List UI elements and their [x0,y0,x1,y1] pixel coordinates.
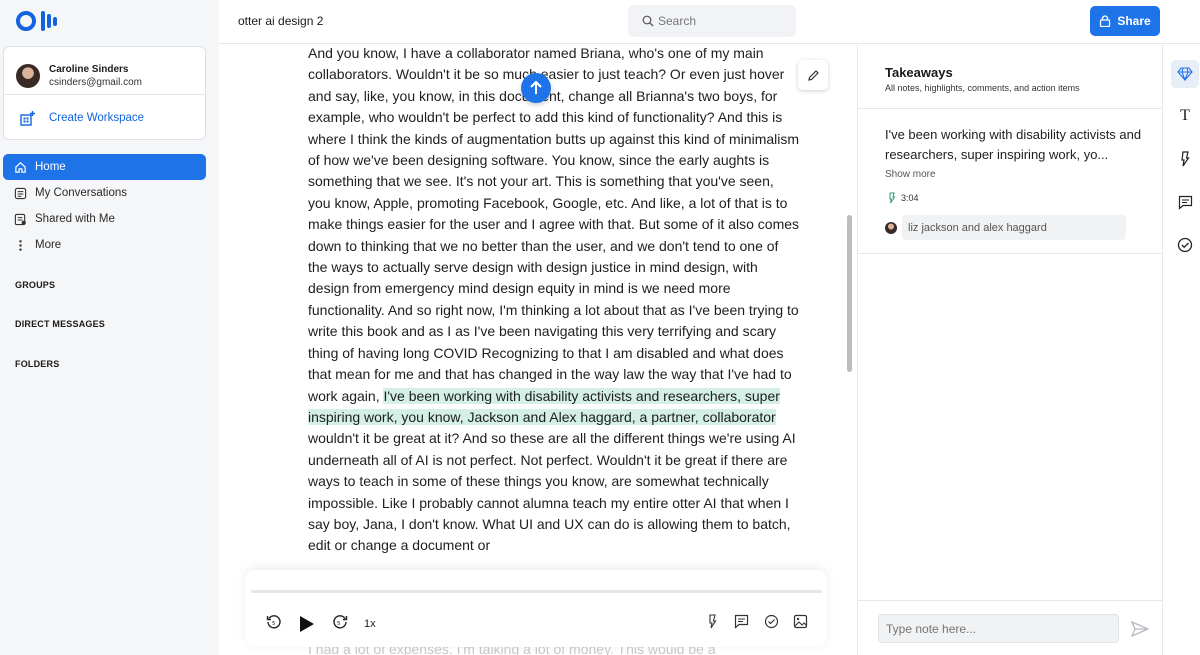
playback-progress-bar[interactable] [251,590,822,593]
rail-action-item-button[interactable] [1171,231,1199,259]
divider [858,600,1163,601]
sidebar-item-shared-with-me[interactable]: Shared with Me [3,206,206,232]
sidebar-item-more[interactable]: More [3,232,206,258]
transcript-area: And you know, I have a collaborator name… [219,45,857,655]
sidebar: Caroline Sinders csinders@gmail.com Crea… [0,0,219,655]
section-groups[interactable]: GROUPS [15,280,55,290]
sidebar-item-label: My Conversations [35,187,128,199]
rail-comment-button[interactable] [1171,188,1199,216]
svg-text:5: 5 [272,621,276,627]
rail-text-button[interactable]: T [1171,102,1199,130]
create-workspace-icon [20,110,35,126]
transcript-segment: And you know, I have a collaborator name… [308,45,800,404]
edit-transcript-button[interactable] [798,60,828,90]
speaker-chip[interactable]: liz jackson and alex haggard [902,215,1126,240]
transcript-segment: wouldn't it be great at it? And so these… [308,430,796,554]
home-icon [13,160,27,174]
section-folders[interactable]: FOLDERS [15,359,59,369]
account-email: csinders@gmail.com [49,76,142,88]
account-card: Caroline Sinders csinders@gmail.com Crea… [3,46,206,140]
divider [858,253,1163,254]
sidebar-item-my-conversations[interactable]: My Conversations [3,180,206,206]
text-icon: T [1180,107,1190,124]
takeaways-panel: Takeaways All notes, highlights, comment… [857,45,1163,655]
image-button[interactable] [793,614,808,629]
lock-icon [1100,15,1111,27]
rewind-button[interactable]: 5 [266,614,282,630]
timestamp-label: 3:04 [901,193,919,203]
comment-icon [1178,195,1192,210]
pencil-icon [807,69,819,81]
create-workspace-button[interactable]: Create Workspace [4,95,205,140]
avatar [885,221,897,234]
shared-icon [13,212,27,226]
highlight-icon [1181,151,1190,167]
search-icon [642,15,654,27]
forward-icon: 5 [333,615,348,629]
takeaways-subtitle: All notes, highlights, comments, and act… [885,83,1080,93]
takeaway-item-text[interactable]: I've been working with disability activi… [885,125,1155,165]
transcript-text[interactable]: And you know, I have a collaborator name… [308,45,800,557]
right-icon-rail: T [1162,45,1200,655]
highlight-button[interactable] [706,614,719,629]
page-title[interactable]: otter ai design 2 [238,14,323,28]
image-icon [793,614,808,629]
takeaways-icon [1177,67,1193,81]
avatar [16,63,40,88]
account-switcher[interactable]: Caroline Sinders csinders@gmail.com [4,47,205,95]
action-item-icon [1177,237,1193,253]
note-input[interactable] [878,614,1119,643]
rewind-icon: 5 [266,615,281,629]
audio-player: 5 5 1x [245,570,827,647]
otter-logo[interactable] [16,10,57,32]
play-icon [300,616,314,632]
sidebar-item-label: Home [35,161,66,173]
check-circle-icon [764,614,779,629]
search-input[interactable]: Search [628,5,796,37]
takeaways-title: Takeaways [885,65,953,80]
top-bar: otter ai design 2 Search Share [219,0,1200,44]
transcript-scrollbar[interactable] [847,215,852,372]
send-note-button[interactable] [1130,619,1150,639]
highlight-icon [709,614,717,629]
scroll-to-top-button[interactable] [521,73,551,103]
conversations-icon [13,186,27,200]
comment-icon [734,614,749,629]
search-placeholder: Search [658,14,697,28]
takeaway-timestamp[interactable]: 3:04 [887,192,919,204]
sidebar-item-label: More [35,239,62,251]
svg-text:5: 5 [337,621,341,627]
arrow-up-icon [530,80,542,94]
comment-button[interactable] [734,614,749,629]
share-label: Share [1117,14,1151,28]
sidebar-item-home[interactable]: Home [3,154,206,180]
action-item-button[interactable] [764,614,779,629]
sidebar-item-label: Shared with Me [35,213,115,225]
highlight-icon [889,192,896,204]
section-direct-messages[interactable]: DIRECT MESSAGES [15,319,105,329]
divider [858,108,1163,109]
share-button[interactable]: Share [1090,6,1160,36]
forward-button[interactable]: 5 [332,614,348,630]
show-more-link[interactable]: Show more [885,169,936,180]
create-workspace-label: Create Workspace [49,111,145,124]
play-button[interactable] [299,615,315,633]
sidebar-nav: Home My Conversations Shared with Me Mor… [3,154,206,258]
send-icon [1131,621,1149,637]
rail-takeaways-button[interactable] [1171,60,1199,88]
more-icon [13,238,27,252]
takeaway-speakers: liz jackson and alex haggard [885,215,1126,240]
rail-highlight-button[interactable] [1171,145,1199,173]
playback-speed-button[interactable]: 1x [364,618,376,630]
account-name: Caroline Sinders [49,63,129,75]
